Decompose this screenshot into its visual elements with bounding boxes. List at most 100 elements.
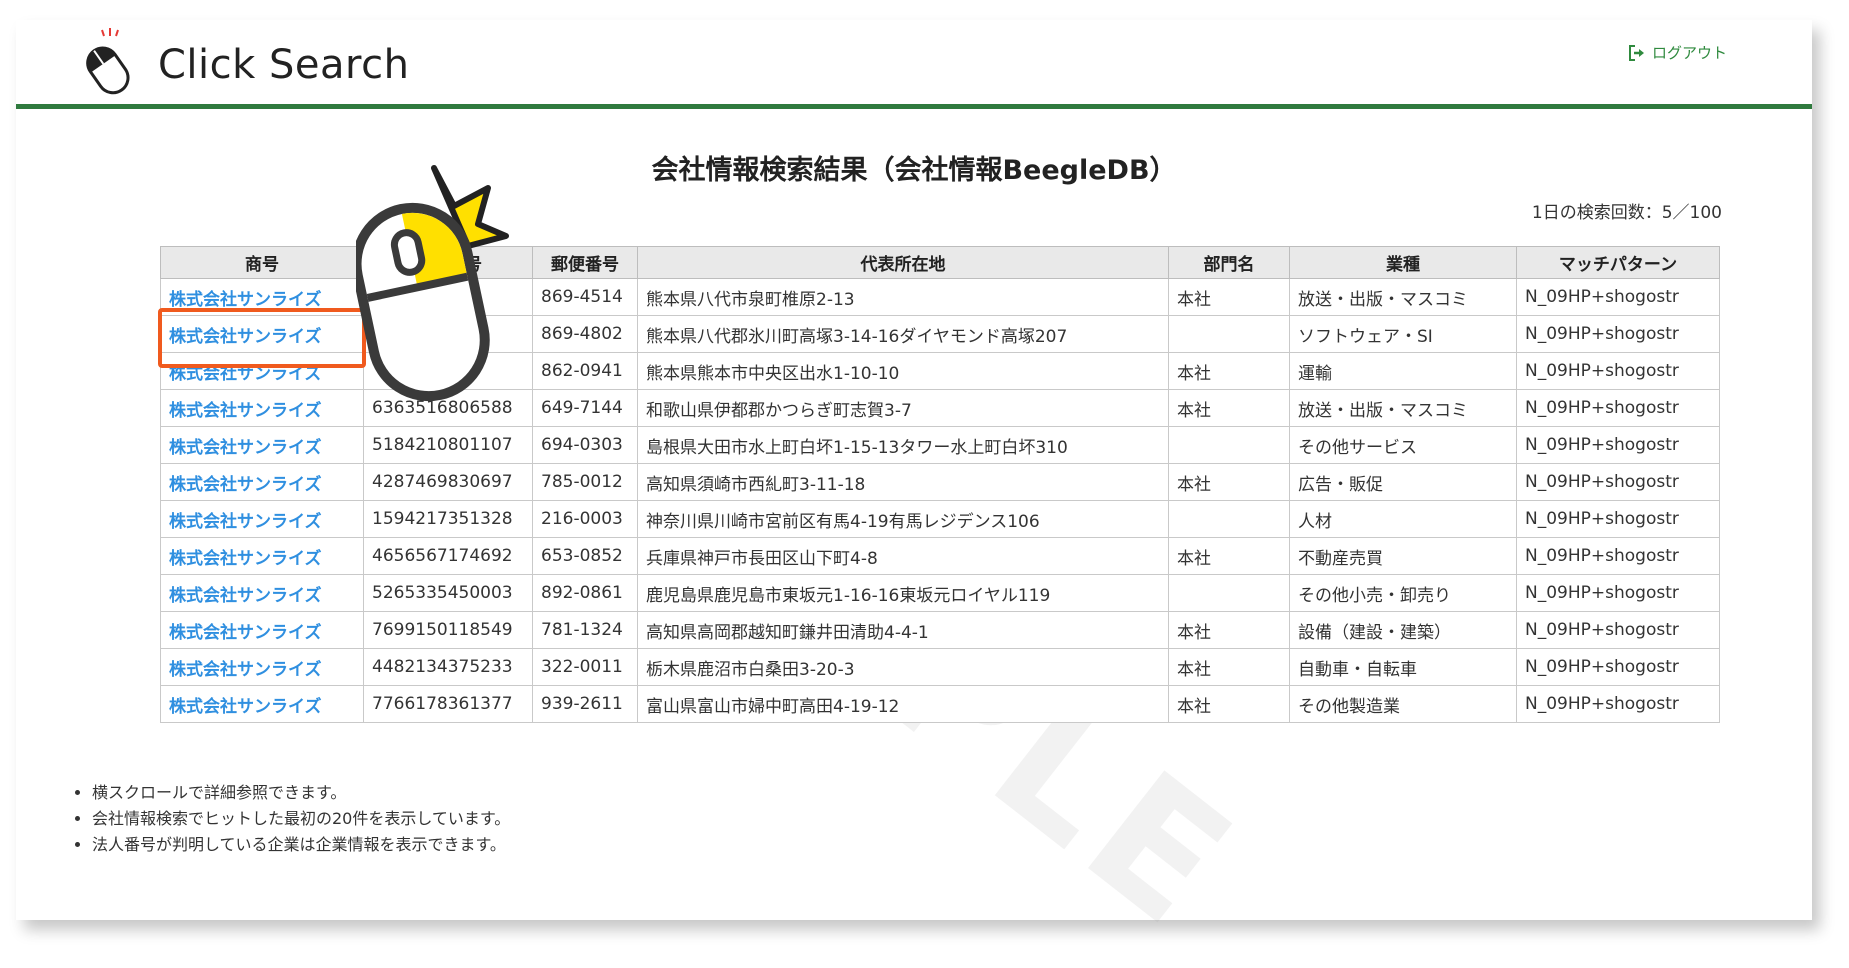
- zip-code-cell: 892-0861: [532, 574, 638, 612]
- match-pattern-cell: N_09HP+shogostr: [1516, 574, 1720, 612]
- company-name-link[interactable]: 株式会社サンライズ: [169, 586, 322, 606]
- table-row: 株式会社サンライズ 7766178361377 939-2611 富山県富山市婦中町高…: [160, 685, 1720, 723]
- department-cell: 本社: [1168, 463, 1290, 501]
- company-name-link[interactable]: 株式会社サンライズ: [169, 660, 322, 680]
- department-cell: [1168, 315, 1290, 353]
- column-header: 商号: [160, 246, 364, 279]
- company-name-cell: 株式会社サンライズ: [160, 500, 364, 538]
- column-header: 部門名: [1168, 246, 1290, 279]
- company-name-link[interactable]: 株式会社サンライズ: [169, 290, 322, 310]
- company-name-cell: 株式会社サンライズ: [160, 352, 364, 390]
- zip-code-cell: 781-1324: [532, 611, 638, 649]
- industry-cell: ソフトウェア・SI: [1289, 315, 1517, 353]
- corporate-number-cell: 4656567174692: [363, 537, 533, 575]
- table-row: 株式会社サンライズ 4656567174692 653-0852 兵庫県神戸市長田区山…: [160, 537, 1720, 575]
- address-cell: 高知県高岡郡越知町鎌井田清助4-4-1: [637, 611, 1169, 649]
- address-cell: 島根県大田市水上町白坏1-15-13タワー水上町白坏310: [637, 426, 1169, 464]
- logout-link[interactable]: ログアウト: [1628, 42, 1727, 63]
- note-item: 法人番号が判明している企業は企業情報を表示できます。: [92, 832, 510, 858]
- match-pattern-cell: N_09HP+shogostr: [1516, 611, 1720, 649]
- address-cell: 兵庫県神戸市長田区山下町4-8: [637, 537, 1169, 575]
- logo-text: Click Search: [158, 42, 410, 88]
- department-cell: 本社: [1168, 611, 1290, 649]
- table-row: 株式会社サンライズ 5265335450003 892-0861 鹿児島県鹿児島市東坂…: [160, 574, 1720, 612]
- corporate-number-cell: 7766178361377: [363, 685, 533, 723]
- department-cell: 本社: [1168, 389, 1290, 427]
- logout-icon: [1629, 44, 1644, 61]
- zip-code-cell: 939-2611: [532, 685, 638, 723]
- company-name-link[interactable]: 株式会社サンライズ: [169, 475, 322, 495]
- corporate-number-cell: 4287469830697: [363, 463, 533, 501]
- zip-code-cell: 862-0941: [532, 352, 638, 390]
- department-cell: 本社: [1168, 352, 1290, 390]
- company-name-cell: 株式会社サンライズ: [160, 537, 364, 575]
- company-name-cell: 株式会社サンライズ: [160, 648, 364, 686]
- company-name-link[interactable]: 株式会社サンライズ: [169, 697, 322, 717]
- note-item: 会社情報検索でヒットした最初の20件を表示しています。: [92, 806, 510, 832]
- corporate-number-cell: [363, 278, 533, 316]
- table-row: 株式会社サンライズ 862-0941 熊本県熊本市中央区出水1-10-10 本社 運輸 N…: [160, 352, 1720, 390]
- corporate-number-cell: [363, 352, 533, 390]
- company-name-link[interactable]: 株式会社サンライズ: [169, 364, 322, 384]
- corporate-number-cell: 5265335450003: [363, 574, 533, 612]
- address-cell: 神奈川県川崎市宮前区有馬4-19有馬レジデンス106: [637, 500, 1169, 538]
- industry-cell: 放送・出版・マスコミ: [1289, 389, 1517, 427]
- zip-code-cell: 694-0303: [532, 426, 638, 464]
- company-name-cell: 株式会社サンライズ: [160, 611, 364, 649]
- industry-cell: その他サービス: [1289, 426, 1517, 464]
- industry-cell: その他小売・卸売り: [1289, 574, 1517, 612]
- column-header: 代表所在地: [637, 246, 1169, 279]
- company-name-link[interactable]: 株式会社サンライズ: [169, 327, 322, 347]
- notes-list: 横スクロールで詳細参照できます。 会社情報検索でヒットした最初の20件を表示して…: [72, 780, 510, 858]
- note-item: 横スクロールで詳細参照できます。: [92, 780, 510, 806]
- zip-code-cell: 216-0003: [532, 500, 638, 538]
- department-cell: [1168, 574, 1290, 612]
- zip-code-cell: 785-0012: [532, 463, 638, 501]
- company-name-link[interactable]: 株式会社サンライズ: [169, 512, 322, 532]
- zip-code-cell: 649-7144: [532, 389, 638, 427]
- page-title: 会社情報検索結果（会社情報BeegleDB）: [651, 155, 1177, 186]
- company-name-cell: 株式会社サンライズ: [160, 463, 364, 501]
- company-name-link[interactable]: 株式会社サンライズ: [169, 438, 322, 458]
- match-pattern-cell: N_09HP+shogostr: [1516, 278, 1720, 316]
- table-row: 株式会社サンライズ 4482134375233 322-0011 栃木県鹿沼市白桑田3…: [160, 648, 1720, 686]
- zip-code-cell: 653-0852: [532, 537, 638, 575]
- address-cell: 富山県富山市婦中町高田4-19-12: [637, 685, 1169, 723]
- address-cell: 熊本県八代郡氷川町高塚3-14-16ダイヤモンド高塚207: [637, 315, 1169, 353]
- industry-cell: 不動産売買: [1289, 537, 1517, 575]
- match-pattern-cell: N_09HP+shogostr: [1516, 537, 1720, 575]
- address-cell: 和歌山県伊都郡かつらぎ町志賀3-7: [637, 389, 1169, 427]
- industry-cell: 広告・販促: [1289, 463, 1517, 501]
- industry-cell: 人材: [1289, 500, 1517, 538]
- table-row: 株式会社サンライズ 869-4514 熊本県八代市泉町椎原2-13 本社 放送・出版・マ…: [160, 278, 1720, 316]
- industry-cell: 運輸: [1289, 352, 1517, 390]
- address-cell: 熊本県熊本市中央区出水1-10-10: [637, 352, 1169, 390]
- column-header: 法人番号: [363, 246, 533, 279]
- search-count: 1日の検索回数：5／100: [1531, 203, 1722, 223]
- match-pattern-cell: N_09HP+shogostr: [1516, 685, 1720, 723]
- table-row: 株式会社サンライズ 7699150118549 781-1324 高知県高岡郡越知町鎌…: [160, 611, 1720, 649]
- match-pattern-cell: N_09HP+shogostr: [1516, 352, 1720, 390]
- address-cell: 高知県須崎市西糺町3-11-18: [637, 463, 1169, 501]
- zip-code-cell: 869-4514: [532, 278, 638, 316]
- results-table: 商号 法人番号 郵便番号 代表所在地 部門名 業種 マッチパターン 株式会社サン…: [160, 246, 1720, 723]
- column-header: 業種: [1289, 246, 1517, 279]
- department-cell: 本社: [1168, 537, 1290, 575]
- address-cell: 熊本県八代市泉町椎原2-13: [637, 278, 1169, 316]
- table-header-row: 商号 法人番号 郵便番号 代表所在地 部門名 業種 マッチパターン: [160, 246, 1720, 279]
- app-window: Click Search ログアウト 会社情報検索結果（会社情報BeegleDB…: [16, 20, 1812, 968]
- industry-cell: その他製造業: [1289, 685, 1517, 723]
- company-name-link[interactable]: 株式会社サンライズ: [169, 623, 322, 643]
- mouse-click-icon: [86, 28, 130, 95]
- corporate-number-cell: 5184210801107: [363, 426, 533, 464]
- industry-cell: 設備（建設・建築）: [1289, 611, 1517, 649]
- match-pattern-cell: N_09HP+shogostr: [1516, 648, 1720, 686]
- department-cell: 本社: [1168, 685, 1290, 723]
- industry-cell: 放送・出版・マスコミ: [1289, 278, 1517, 316]
- company-name-link[interactable]: 株式会社サンライズ: [169, 549, 322, 569]
- table-row: 株式会社サンライズ 6363516806588 649-7144 和歌山県伊都郡かつら…: [160, 389, 1720, 427]
- industry-cell: 自動車・自転車: [1289, 648, 1517, 686]
- address-cell: 鹿児島県鹿児島市東坂元1-16-16東坂元ロイヤル119: [637, 574, 1169, 612]
- logout-label: ログアウト: [1652, 44, 1728, 62]
- company-name-link[interactable]: 株式会社サンライズ: [169, 401, 322, 421]
